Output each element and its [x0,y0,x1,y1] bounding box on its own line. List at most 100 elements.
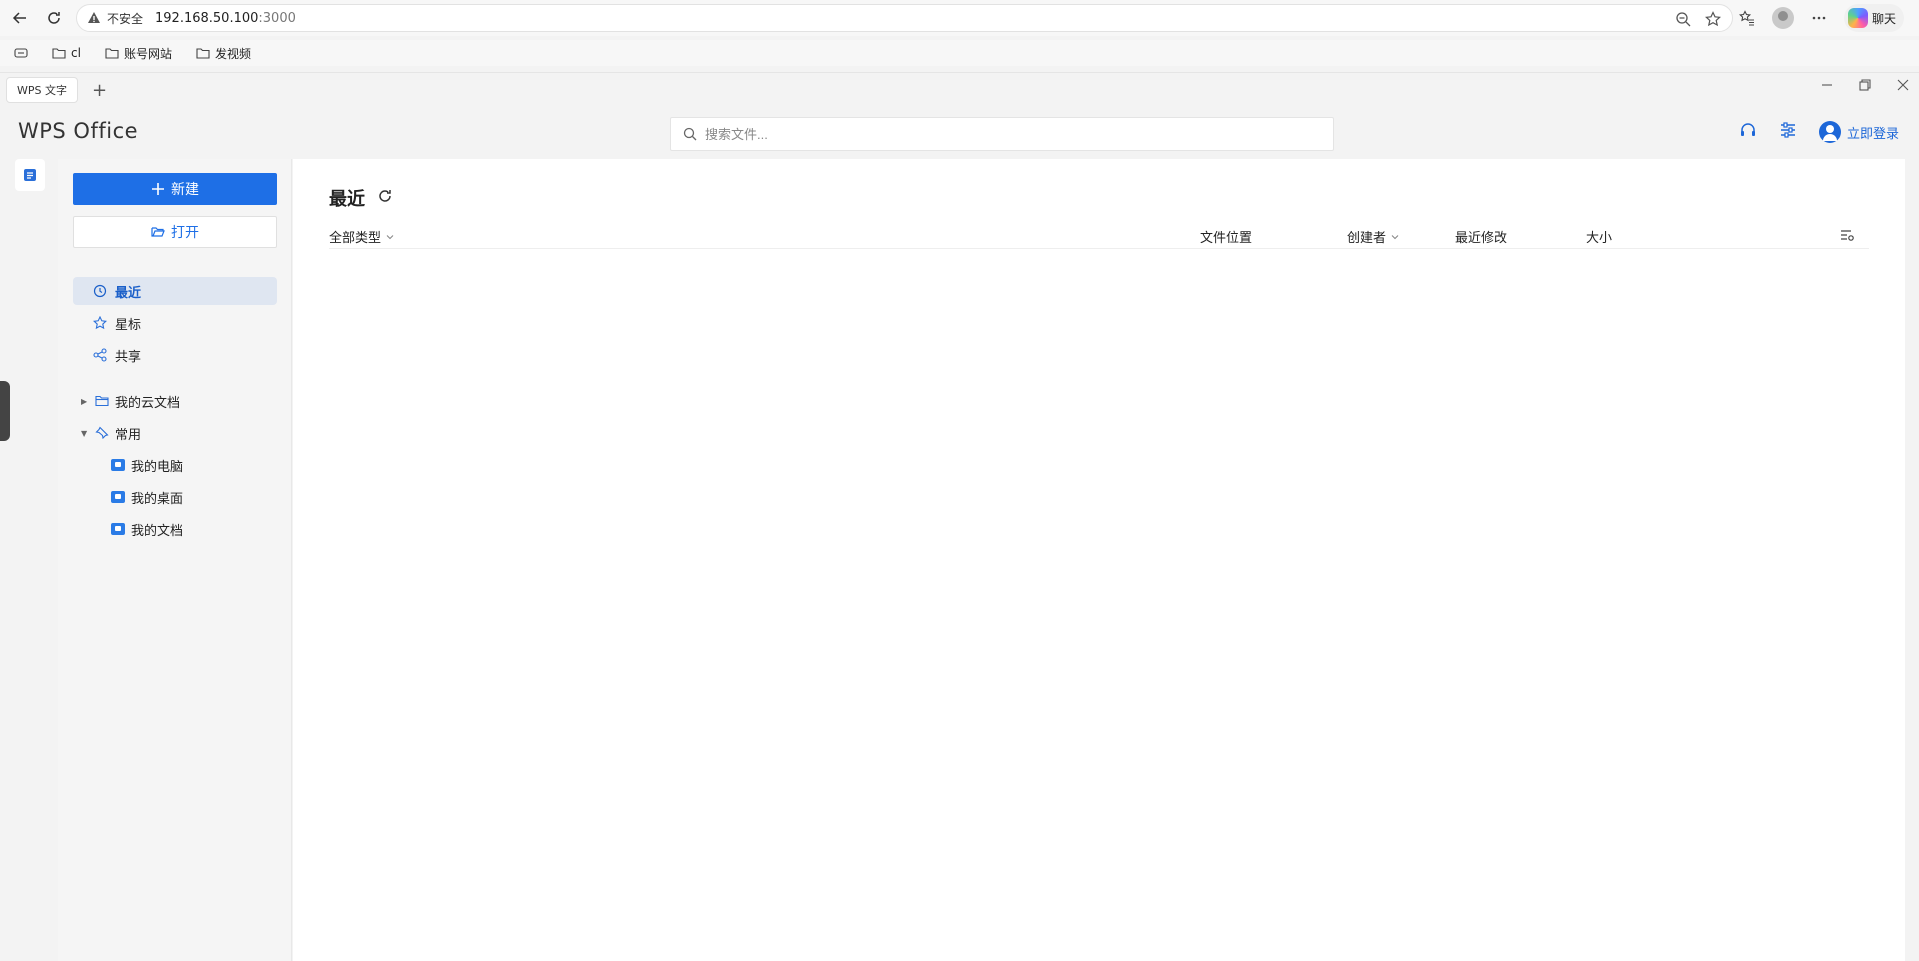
column-size[interactable]: 大小 [1586,227,1612,246]
sidebar: 新建 打开 最近 星标 共享 ▶ 我的云文档 ▼ 常用 我的电脑 我的桌面 我的… [58,159,292,961]
bookmarks-bar: cl 账号网站 发视频 [0,40,1919,66]
url-host: 192.168.50.100 [155,10,259,26]
open-label: 打开 [171,225,199,241]
nav-label: 星标 [115,317,142,333]
bookmark-folder-videos[interactable]: 发视频 [190,43,257,64]
tree-item-my-computer[interactable]: 我的电脑 [73,451,277,479]
headset-icon [1740,123,1755,136]
column-settings-button[interactable] [1839,227,1855,247]
tree-item-common[interactable]: ▼ 常用 [73,419,277,447]
new-button[interactable]: 新建 [73,173,277,205]
tree-label: 我的桌面 [131,491,184,507]
refresh-icon [379,190,391,202]
open-button[interactable]: 打开 [73,216,277,248]
documents-folder-icon [111,523,125,535]
type-filter-dropdown[interactable]: 全部类型 [329,227,395,246]
favorites-button[interactable] [1736,7,1758,29]
sliders-icon [1780,122,1795,138]
tab-wps-writer[interactable]: WPS 文字 [6,77,78,103]
ellipsis-icon [1812,16,1826,20]
column-label: 大小 [1586,231,1613,246]
caret-right-icon[interactable]: ▶ [81,397,89,406]
bookmark-tray-button[interactable] [8,45,34,61]
folder-icon [196,48,210,59]
pin-icon [95,426,109,440]
new-label: 新建 [171,182,199,198]
minimize-button[interactable] [1819,77,1835,93]
search-input[interactable] [705,126,1305,142]
document-icon [24,169,36,181]
bookmark-label: cl [71,46,81,60]
support-button[interactable] [1739,121,1757,143]
browser-toolbar: 不安全 192.168.50.100:3000 聊天 [0,0,1919,36]
chevron-down-icon [1391,234,1399,239]
column-creator[interactable]: 创建者 [1347,227,1400,246]
user-avatar-icon [1818,121,1841,143]
copilot-icon [1848,8,1868,28]
security-indicator[interactable]: 不安全 [87,10,143,27]
bookmark-label: 发视频 [214,46,251,61]
rail-documents-button[interactable] [15,159,45,191]
settings-button[interactable] [1779,121,1797,143]
folder-icon [95,395,109,407]
address-bar[interactable]: 不安全 192.168.50.100:3000 [76,4,1733,32]
column-modified[interactable]: 最近修改 [1455,227,1507,246]
wps-window: WPS 文字 + WPS Office 搜索文件... 立即登录 新建 打开 最… [0,72,1919,961]
url-port: :3000 [258,10,296,26]
list-settings-icon [1841,230,1854,241]
bookmark-label: 账号网站 [123,46,172,61]
sidebar-item-recent[interactable]: 最近 [73,277,277,305]
tree-label: 我的文档 [131,523,184,539]
back-button[interactable] [6,4,34,32]
collapse-handle[interactable] [0,381,10,441]
desktop-folder-icon [111,491,125,503]
favorite-button[interactable] [1702,8,1724,30]
more-button[interactable] [1808,7,1830,29]
folder-open-icon [151,227,165,237]
security-label: 不安全 [107,11,144,26]
chevron-down-icon [386,234,394,239]
refresh-button[interactable] [377,188,393,208]
close-button[interactable] [1895,77,1911,93]
reload-button[interactable] [40,4,68,32]
nav-label: 共享 [115,349,142,365]
share-icon [93,348,107,362]
bookmark-folder-cl[interactable]: cl [46,44,87,62]
zoom-button[interactable] [1672,8,1694,30]
column-location[interactable]: 文件位置 [1200,227,1252,246]
column-label: 全部类型 [329,231,382,246]
login-button[interactable]: 立即登录 [1818,121,1899,143]
bookmark-folder-accounts[interactable]: 账号网站 [99,43,178,64]
star-icon [93,316,107,330]
tree-item-cloud-docs[interactable]: ▶ 我的云文档 [73,387,277,415]
clock-icon [93,284,107,298]
caret-down-icon[interactable]: ▼ [81,429,89,438]
folder-icon [52,48,66,59]
login-label: 立即登录 [1846,126,1899,142]
warning-icon [88,12,100,23]
tree-item-my-documents[interactable]: 我的文档 [73,515,277,543]
main-panel: 最近 全部类型 文件位置 创建者 最近修改 大小 [293,159,1905,961]
sidebar-item-shared[interactable]: 共享 [73,341,277,369]
back-arrow-icon [12,12,26,24]
search-box[interactable] [670,117,1334,151]
avatar [1772,7,1794,29]
restore-icon [1859,79,1871,91]
sidebar-item-starred[interactable]: 星标 [73,309,277,337]
chat-button[interactable]: 聊天 [1844,4,1905,32]
search-icon [683,127,697,141]
profile-button[interactable] [1772,7,1794,29]
restore-button[interactable] [1857,77,1873,93]
tree-label: 我的云文档 [115,395,181,411]
add-tab-button[interactable]: + [92,80,107,101]
computer-folder-icon [111,459,125,471]
page-title: 最近 [329,189,365,210]
chat-label: 聊天 [1872,11,1897,26]
zoom-out-icon [1676,12,1691,27]
column-label: 文件位置 [1200,231,1253,246]
file-list-header: 全部类型 文件位置 创建者 最近修改 大小 [329,223,1869,249]
tray-icon [14,48,28,58]
star-icon [1705,11,1721,27]
tree-item-my-desktop[interactable]: 我的桌面 [73,483,277,511]
tab-label: WPS 文字 [17,84,67,97]
